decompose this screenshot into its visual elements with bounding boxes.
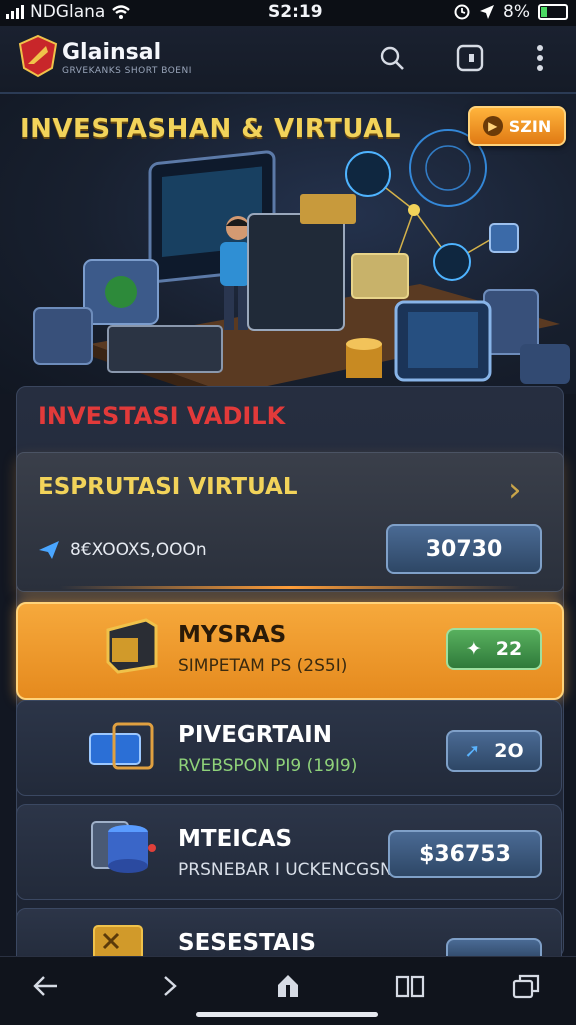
battery-icon xyxy=(538,4,568,20)
app-header: Glainsal GRVEKANKS SHORT BOENI xyxy=(0,26,576,94)
item-subtitle: PRSNEBAR I UCKENCGSN xyxy=(178,860,393,880)
share-icon[interactable] xyxy=(270,971,306,1001)
item-title: PIVEGRTAIN xyxy=(178,722,332,748)
featured-subtitle: 8€XOOXS,OOOn xyxy=(70,540,207,560)
cell-signal-icon xyxy=(6,5,24,19)
square-app-icon[interactable] xyxy=(454,42,486,74)
book-icon[interactable] xyxy=(392,971,428,1001)
panel-title: INVESTASI VADILK xyxy=(38,402,286,430)
spin-label: SZIN xyxy=(508,116,552,136)
item-title: MYSRAS xyxy=(178,622,287,648)
featured-value-button[interactable]: 30730 xyxy=(386,524,542,574)
spin-button[interactable]: ▶ SZIN xyxy=(468,106,566,146)
status-bar: NDGlana S2:19 8% xyxy=(0,0,576,26)
clock: S2:19 xyxy=(268,2,323,22)
spin-icon: ▶ xyxy=(482,116,503,136)
item-title: SESESTAIS xyxy=(178,930,316,956)
item-title: MTEICAS xyxy=(178,826,293,852)
carrier-name: NDGlana xyxy=(30,2,106,22)
hero-banner: INVESTASHAN & VIRTUAL ▶ SZIN xyxy=(0,94,576,394)
paper-plane-icon xyxy=(39,541,59,559)
battery-percent: 8% xyxy=(503,2,530,22)
location-arrow-icon xyxy=(480,5,495,19)
item-subtitle: SIMPETAM PS (2S5I) xyxy=(178,656,348,676)
forward-icon[interactable] xyxy=(152,971,188,1001)
app-name: Glainsal xyxy=(62,40,162,65)
alarm-icon xyxy=(454,4,470,20)
arrow-icon: ➚ xyxy=(464,740,481,762)
item-value-pill[interactable]: ➚ 2O xyxy=(446,730,542,772)
wifi-icon xyxy=(112,5,131,19)
featured-subtitle-row: 8€XOOXS,OOOn xyxy=(38,540,207,560)
item-value-pill[interactable]: ✦ 22 xyxy=(446,628,542,670)
chest-icon xyxy=(93,925,143,960)
search-icon[interactable] xyxy=(376,42,408,74)
divider-glow xyxy=(60,586,520,589)
tabs-icon[interactable] xyxy=(508,971,544,1001)
database-icon xyxy=(91,821,156,873)
app-subtitle: GRVEKANKS SHORT BOENI xyxy=(62,66,192,76)
home-indicator[interactable] xyxy=(196,1012,378,1017)
hero-title: INVESTASHAN & VIRTUAL xyxy=(20,114,401,144)
item-value-pill[interactable]: $36753 xyxy=(388,830,542,878)
more-vertical-icon[interactable] xyxy=(524,42,556,74)
status-left: NDGlana xyxy=(6,2,131,22)
card-device-icon xyxy=(89,722,154,770)
wallet-icon xyxy=(106,618,158,674)
item-subtitle: RVEBSPON PI9 (19I9) xyxy=(178,756,358,776)
app-logo-icon[interactable] xyxy=(18,34,58,78)
back-icon[interactable] xyxy=(28,971,64,1001)
chevron-right-icon[interactable]: › xyxy=(508,470,522,510)
item-value: $36753 xyxy=(419,841,511,867)
star-icon: ✦ xyxy=(465,638,482,660)
item-value: 22 xyxy=(495,638,523,660)
featured-title: ESPRUTASI VIRTUAL xyxy=(38,474,298,500)
item-value: 2O xyxy=(494,740,524,762)
status-right: 8% xyxy=(453,2,568,22)
